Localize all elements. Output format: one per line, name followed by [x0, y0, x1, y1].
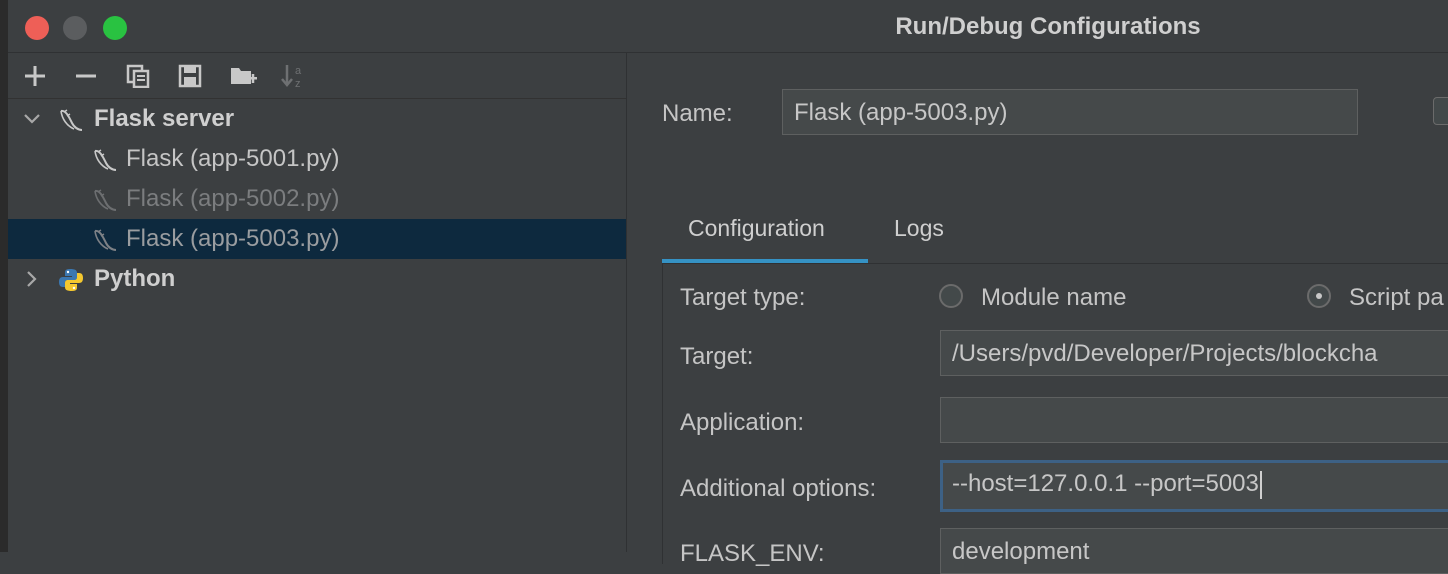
- tree-toolbar: a z: [8, 53, 626, 99]
- application-label: Application:: [680, 409, 805, 436]
- tree-group-python[interactable]: Python: [8, 259, 626, 299]
- save-configuration-button[interactable]: [175, 61, 205, 91]
- svg-text:z: z: [295, 78, 301, 90]
- additional-options-label: Additional options:: [680, 475, 877, 502]
- flask-env-label: FLASK_ENV:: [680, 540, 825, 567]
- copy-icon: [126, 64, 150, 88]
- tree-item-flask-app-5003[interactable]: Flask (app-5003.py): [8, 219, 626, 259]
- configurations-tree-panel: a z Flask server Flask (app-5001.py) Fla…: [8, 53, 627, 552]
- sort-configurations-button[interactable]: a z: [280, 61, 310, 91]
- tree-item-flask-app-5001[interactable]: Flask (app-5001.py): [8, 139, 626, 179]
- flask-icon: [94, 149, 117, 171]
- target-input[interactable]: /Users/pvd/Developer/Projects/blockcha: [940, 330, 1448, 376]
- window-title: Run/Debug Configurations: [895, 13, 1201, 40]
- tree-group-label: Python: [94, 265, 176, 292]
- tree-item-label: Flask (app-5002.py): [126, 185, 340, 212]
- module-name-radio[interactable]: [939, 284, 963, 308]
- save-icon: [178, 64, 202, 88]
- script-path-radio[interactable]: [1307, 284, 1331, 308]
- flask-icon: [94, 189, 117, 211]
- module-name-radio-label[interactable]: Module name: [981, 284, 1126, 312]
- python-icon: [59, 269, 83, 291]
- flask-icon: [94, 229, 117, 251]
- application-input[interactable]: [940, 397, 1448, 443]
- tab-configuration[interactable]: Configuration: [688, 215, 825, 242]
- tree-group-label: Flask server: [94, 105, 235, 132]
- target-label: Target:: [680, 343, 754, 370]
- tab-logs[interactable]: Logs: [894, 215, 944, 242]
- tree-group-flask-server[interactable]: Flask server: [8, 99, 626, 139]
- add-icon: [25, 66, 45, 86]
- tree-item-flask-app-5002[interactable]: Flask (app-5002.py): [8, 179, 626, 219]
- background-window-edge: [0, 0, 8, 552]
- additional-options-input[interactable]: --host=127.0.0.1 --port=5003: [940, 460, 1448, 512]
- target-type-label: Target type:: [680, 284, 806, 311]
- tree-item-label: Flask (app-5003.py): [126, 225, 340, 252]
- additional-options-value: --host=127.0.0.1 --port=5003: [952, 470, 1259, 497]
- svg-text:a: a: [295, 65, 302, 77]
- flask-icon: [60, 109, 83, 131]
- title-bar: Run/Debug Configurations: [8, 0, 1448, 53]
- script-path-radio-label[interactable]: Script pa: [1349, 284, 1444, 312]
- remove-configuration-button[interactable]: [71, 61, 101, 91]
- chevron-right-icon[interactable]: [22, 269, 42, 289]
- name-label: Name:: [662, 100, 733, 127]
- copy-configuration-button[interactable]: [123, 61, 153, 91]
- sort-icon: a z: [281, 65, 302, 90]
- add-configuration-button[interactable]: [20, 61, 50, 91]
- remove-icon: [76, 74, 96, 78]
- flask-env-input[interactable]: development: [940, 528, 1448, 574]
- share-checkbox[interactable]: [1433, 97, 1448, 125]
- new-folder-icon: [231, 68, 257, 84]
- chevron-down-icon[interactable]: [22, 109, 42, 129]
- configuration-editor-panel: Name: Flask (app-5003.py) Configuration …: [627, 53, 1448, 574]
- tree-item-label: Flask (app-5001.py): [126, 145, 340, 172]
- move-into-new-folder-button[interactable]: [229, 61, 259, 91]
- text-caret: [1259, 470, 1262, 499]
- configuration-form: Target type: Module name Script pa Targe…: [662, 263, 1448, 574]
- run-debug-configurations-window: Run/Debug Configurations a z Flask serve…: [8, 0, 1448, 574]
- name-input[interactable]: Flask (app-5003.py): [782, 89, 1358, 135]
